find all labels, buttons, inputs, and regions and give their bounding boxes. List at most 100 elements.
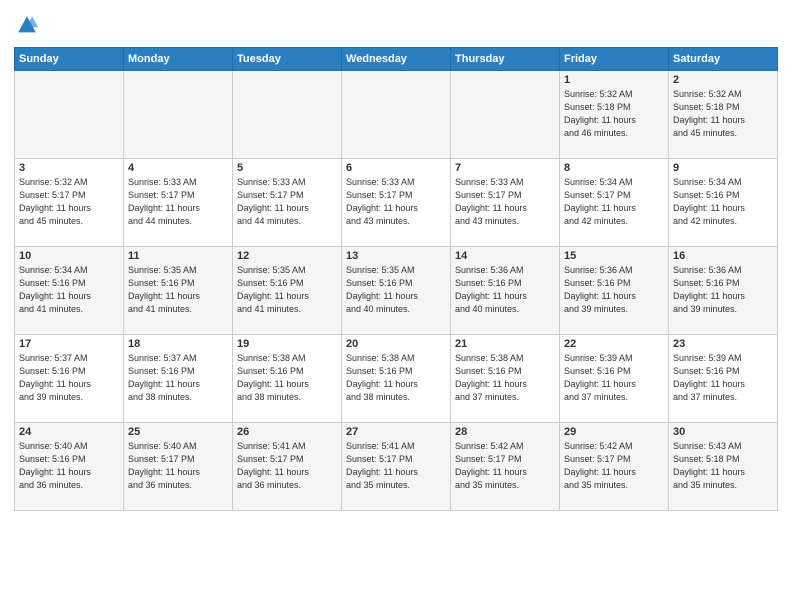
weekday-wednesday: Wednesday: [342, 48, 451, 71]
empty-cell: [233, 71, 342, 159]
weekday-sunday: Sunday: [15, 48, 124, 71]
day-number: 28: [455, 426, 555, 438]
week-row-3: 10Sunrise: 5:34 AM Sunset: 5:16 PM Dayli…: [15, 247, 778, 335]
day-cell-7: 7 Sunrise: 5:33 AM Sunset: 5:17 PM Daylig…: [451, 159, 560, 247]
day-number: 27: [346, 426, 446, 438]
day-number: 14: [455, 250, 555, 262]
day-cell-16: 16 Sunrise: 5:36 AM Sunset: 5:16 PM Dayli…: [669, 247, 778, 335]
day-info: Sunrise: 5:37 AM Sunset: 5:16 PM Dayligh…: [19, 352, 119, 404]
day-cell-14: 14 Sunrise: 5:36 AM Sunset: 5:16 PM Dayli…: [451, 247, 560, 335]
day-number: 12: [237, 250, 337, 262]
day-info: Sunrise: 5:33 AM Sunset: 5:17 PM Dayligh…: [455, 176, 555, 228]
day-number: 11: [128, 250, 228, 262]
day-info: Sunrise: 5:40 AM Sunset: 5:17 PM Dayligh…: [128, 440, 228, 492]
day-info: Sunrise: 5:35 AM Sunset: 5:16 PM Dayligh…: [346, 264, 446, 316]
day-cell-13: 13 Sunrise: 5:35 AM Sunset: 5:16 PM Dayli…: [342, 247, 451, 335]
day-number: 22: [564, 338, 664, 350]
day-info: Sunrise: 5:42 AM Sunset: 5:17 PM Dayligh…: [455, 440, 555, 492]
day-number: 30: [673, 426, 773, 438]
weekday-tuesday: Tuesday: [233, 48, 342, 71]
day-info: Sunrise: 5:42 AM Sunset: 5:17 PM Dayligh…: [564, 440, 664, 492]
day-cell-29: 29 Sunrise: 5:42 AM Sunset: 5:17 PM Dayli…: [560, 423, 669, 511]
day-number: 7: [455, 162, 555, 174]
day-cell-5: 5 Sunrise: 5:33 AM Sunset: 5:17 PM Daylig…: [233, 159, 342, 247]
day-cell-17: 17 Sunrise: 5:37 AM Sunset: 5:16 PM Dayli…: [15, 335, 124, 423]
day-info: Sunrise: 5:32 AM Sunset: 5:17 PM Dayligh…: [19, 176, 119, 228]
day-cell-28: 28 Sunrise: 5:42 AM Sunset: 5:17 PM Dayli…: [451, 423, 560, 511]
day-info: Sunrise: 5:34 AM Sunset: 5:17 PM Dayligh…: [564, 176, 664, 228]
day-info: Sunrise: 5:43 AM Sunset: 5:18 PM Dayligh…: [673, 440, 773, 492]
day-number: 23: [673, 338, 773, 350]
day-cell-9: 9 Sunrise: 5:34 AM Sunset: 5:16 PM Daylig…: [669, 159, 778, 247]
day-cell-18: 18Sunrise: 5:37 AM Sunset: 5:16 PM Dayli…: [124, 335, 233, 423]
day-number: 3: [19, 162, 119, 174]
day-cell-4: 4 Sunrise: 5:33 AM Sunset: 5:17 PM Daylig…: [124, 159, 233, 247]
day-number: 24: [19, 426, 119, 438]
day-cell-27: 27 Sunrise: 5:41 AM Sunset: 5:17 PM Dayli…: [342, 423, 451, 511]
day-cell-26: 26Sunrise: 5:41 AM Sunset: 5:17 PM Dayli…: [233, 423, 342, 511]
day-number: 17: [19, 338, 119, 350]
week-row-5: 24Sunrise: 5:40 AM Sunset: 5:16 PM Dayli…: [15, 423, 778, 511]
day-info: Sunrise: 5:38 AM Sunset: 5:16 PM Dayligh…: [237, 352, 337, 404]
empty-cell: [342, 71, 451, 159]
empty-cell: [451, 71, 560, 159]
day-info: Sunrise: 5:41 AM Sunset: 5:17 PM Dayligh…: [346, 440, 446, 492]
day-cell-30: 30 Sunrise: 5:43 AM Sunset: 5:18 PM Dayli…: [669, 423, 778, 511]
day-number: 4: [128, 162, 228, 174]
day-cell-21: 21 Sunrise: 5:38 AM Sunset: 5:16 PM Dayli…: [451, 335, 560, 423]
week-row-4: 17 Sunrise: 5:37 AM Sunset: 5:16 PM Dayli…: [15, 335, 778, 423]
day-number: 26: [237, 426, 337, 438]
day-number: 15: [564, 250, 664, 262]
day-info: Sunrise: 5:34 AM Sunset: 5:16 PM Dayligh…: [19, 264, 119, 316]
empty-cell: [15, 71, 124, 159]
day-cell-8: 8 Sunrise: 5:34 AM Sunset: 5:17 PM Daylig…: [560, 159, 669, 247]
weekday-thursday: Thursday: [451, 48, 560, 71]
weekday-friday: Friday: [560, 48, 669, 71]
header: [14, 10, 778, 41]
day-info: Sunrise: 5:36 AM Sunset: 5:16 PM Dayligh…: [673, 264, 773, 316]
weekday-monday: Monday: [124, 48, 233, 71]
day-number: 5: [237, 162, 337, 174]
day-number: 29: [564, 426, 664, 438]
day-number: 6: [346, 162, 446, 174]
day-info: Sunrise: 5:36 AM Sunset: 5:16 PM Dayligh…: [455, 264, 555, 316]
day-number: 9: [673, 162, 773, 174]
day-cell-15: 15Sunrise: 5:36 AM Sunset: 5:16 PM Dayli…: [560, 247, 669, 335]
day-info: Sunrise: 5:33 AM Sunset: 5:17 PM Dayligh…: [237, 176, 337, 228]
day-info: Sunrise: 5:32 AM Sunset: 5:18 PM Dayligh…: [564, 88, 664, 140]
day-info: Sunrise: 5:38 AM Sunset: 5:16 PM Dayligh…: [346, 352, 446, 404]
day-number: 19: [237, 338, 337, 350]
day-cell-2: 2 Sunrise: 5:32 AM Sunset: 5:18 PM Daylig…: [669, 71, 778, 159]
day-cell-12: 12 Sunrise: 5:35 AM Sunset: 5:16 PM Dayli…: [233, 247, 342, 335]
weekday-header-row: SundayMondayTuesdayWednesdayThursdayFrid…: [15, 48, 778, 71]
day-info: Sunrise: 5:39 AM Sunset: 5:16 PM Dayligh…: [673, 352, 773, 404]
day-number: 20: [346, 338, 446, 350]
day-cell-25: 25 Sunrise: 5:40 AM Sunset: 5:17 PM Dayli…: [124, 423, 233, 511]
day-number: 25: [128, 426, 228, 438]
week-row-1: 1Sunrise: 5:32 AM Sunset: 5:18 PM Daylig…: [15, 71, 778, 159]
day-cell-10: 10Sunrise: 5:34 AM Sunset: 5:16 PM Dayli…: [15, 247, 124, 335]
empty-cell: [124, 71, 233, 159]
weekday-saturday: Saturday: [669, 48, 778, 71]
day-cell-20: 20 Sunrise: 5:38 AM Sunset: 5:16 PM Dayli…: [342, 335, 451, 423]
day-cell-11: 11Sunrise: 5:35 AM Sunset: 5:16 PM Dayli…: [124, 247, 233, 335]
day-info: Sunrise: 5:33 AM Sunset: 5:17 PM Dayligh…: [128, 176, 228, 228]
day-number: 13: [346, 250, 446, 262]
page: SundayMondayTuesdayWednesdayThursdayFrid…: [0, 0, 792, 612]
day-number: 16: [673, 250, 773, 262]
calendar-table: SundayMondayTuesdayWednesdayThursdayFrid…: [14, 47, 778, 511]
day-info: Sunrise: 5:37 AM Sunset: 5:16 PM Dayligh…: [128, 352, 228, 404]
day-number: 8: [564, 162, 664, 174]
day-number: 21: [455, 338, 555, 350]
day-cell-3: 3 Sunrise: 5:32 AM Sunset: 5:17 PM Daylig…: [15, 159, 124, 247]
day-cell-24: 24Sunrise: 5:40 AM Sunset: 5:16 PM Dayli…: [15, 423, 124, 511]
day-cell-22: 22Sunrise: 5:39 AM Sunset: 5:16 PM Dayli…: [560, 335, 669, 423]
day-info: Sunrise: 5:33 AM Sunset: 5:17 PM Dayligh…: [346, 176, 446, 228]
day-info: Sunrise: 5:38 AM Sunset: 5:16 PM Dayligh…: [455, 352, 555, 404]
day-info: Sunrise: 5:34 AM Sunset: 5:16 PM Dayligh…: [673, 176, 773, 228]
day-info: Sunrise: 5:35 AM Sunset: 5:16 PM Dayligh…: [237, 264, 337, 316]
day-info: Sunrise: 5:32 AM Sunset: 5:18 PM Dayligh…: [673, 88, 773, 140]
day-cell-23: 23 Sunrise: 5:39 AM Sunset: 5:16 PM Dayli…: [669, 335, 778, 423]
logo: [14, 14, 38, 41]
day-number: 2: [673, 74, 773, 86]
